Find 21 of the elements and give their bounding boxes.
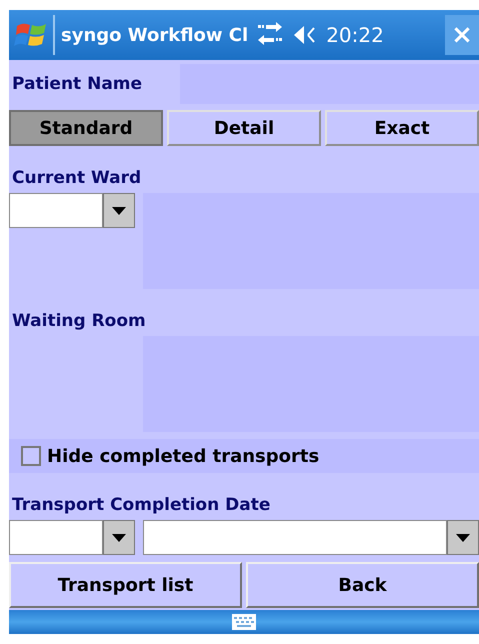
dropdown[interactable] [9,193,135,228]
checkbox-label: Hide completed transports [47,446,320,466]
field-label: Patient Name [11,73,144,96]
dropdown-arrow-icon [456,534,470,542]
field-label: Waiting Room [11,311,146,331]
search-mode-tab[interactable]: Exact [325,110,479,146]
action-button[interactable]: Back [246,562,479,608]
search-mode-tab[interactable]: Standard [9,110,163,146]
keyboard-icon [232,614,256,630]
field-label: Transport Completion Date [11,495,270,515]
dropdown[interactable] [143,520,479,555]
checkbox[interactable] [21,446,41,466]
connectivity-icon [256,22,284,48]
dropdown-arrow-icon [112,206,126,214]
window-title: syngo Workflow Cl [61,24,248,46]
action-button[interactable]: Transport list [9,562,242,608]
clock-time: 20:22 [326,23,384,47]
field-label: Current Ward [11,168,142,188]
dropdown[interactable] [9,520,135,555]
dropdown-arrow-icon [112,534,126,542]
search-mode-tab[interactable]: Detail [167,110,321,146]
